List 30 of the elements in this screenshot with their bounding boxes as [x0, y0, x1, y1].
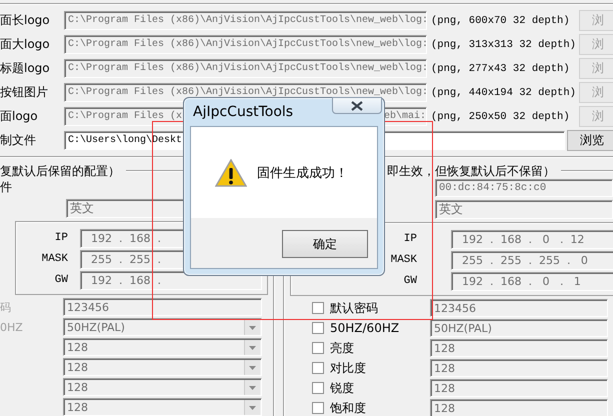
image-spec: (png, 313x313 32 depth): [430, 38, 577, 50]
dialog-message: 固件生成成功！: [257, 164, 348, 182]
group-title: 即生效，但恢复默认后不保留）: [387, 162, 555, 180]
field-label: 0HZ: [0, 320, 24, 334]
checkbox-label: 亮度: [330, 340, 355, 356]
field-label: 面logo: [0, 108, 39, 125]
field-label: IP: [54, 232, 68, 244]
field-label: 码: [0, 300, 12, 314]
checkbox-label: 饱和度: [330, 400, 367, 416]
checkbox-label: 默认密码: [330, 300, 379, 316]
field-label: MASK: [390, 254, 417, 266]
field-label: 面大logo: [0, 36, 51, 53]
group-title: 复默认后保留的配置）: [0, 162, 120, 180]
checkbox-label: 50HZ/60HZ: [330, 321, 400, 335]
field-label: 标题logo: [0, 60, 51, 77]
field-label: MASK: [40, 253, 68, 265]
field-label: 按钮图片: [0, 84, 49, 101]
field-label: GW: [54, 274, 68, 286]
image-spec: (png, 440x194 32 depth): [430, 86, 577, 98]
checkbox-label: 锐度: [330, 380, 355, 396]
field-label: 件: [0, 179, 12, 195]
dialog-title: AjIpcCustTools: [193, 104, 294, 120]
field-label: 制文件: [0, 132, 37, 149]
image-spec: (png, 600x70 32 depth): [430, 14, 571, 26]
image-spec: (png, 250x50 32 depth): [430, 110, 571, 122]
field-label: 面长logo: [0, 12, 51, 29]
image-spec: (png, 277x43 32 depth): [430, 62, 571, 74]
field-label: GW: [402, 275, 417, 287]
checkbox-label: 对比度: [330, 360, 367, 376]
field-label: IP: [402, 233, 417, 245]
